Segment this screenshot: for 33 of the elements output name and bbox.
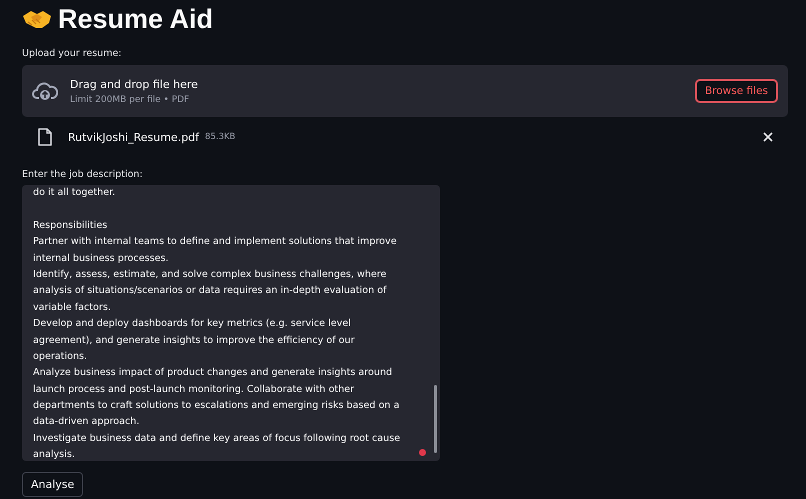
field-label: Upload your resume: xyxy=(22,48,122,59)
app-title: Resume Aid xyxy=(58,4,214,34)
text-line: Responsibilities xyxy=(33,218,108,233)
text-line: do it all together. xyxy=(33,186,116,200)
scrollbar[interactable] xyxy=(434,385,437,453)
file-limit-note: Limit 200MB per file • PDF xyxy=(70,94,190,104)
text-line: analysis of situations/scenarios or data requires an in-depth evaluation of xyxy=(33,284,386,298)
text-line: agreement), and generate insights to improve the efficiency of our xyxy=(33,334,355,348)
file-icon xyxy=(38,128,52,146)
text-line: launch process and post-launch monitoring. Collaborate with other xyxy=(33,382,354,397)
browse-files-button[interactable]: Browse files xyxy=(694,79,778,103)
text-line: Develop and deploy dashboards for key metrics (e.g. service level xyxy=(33,317,351,332)
text-line: variable factors. xyxy=(33,300,111,315)
text-line: analysis. xyxy=(33,448,75,461)
text-line: operations. xyxy=(33,350,88,364)
close-button[interactable] xyxy=(761,130,775,144)
text-line: Identify, assess, estimate, and solve complex business challenges, where xyxy=(33,268,386,282)
cloud-upload-icon xyxy=(32,81,58,101)
handshake-icon xyxy=(22,8,52,30)
text-line: Partner with internal teams to define and implement solutions that improve xyxy=(33,235,397,250)
field-label: Enter the job description: xyxy=(22,169,144,180)
text-line: data-driven approach. xyxy=(33,415,140,430)
analyse-button[interactable]: Analyse xyxy=(22,472,84,497)
dropzone-instruction: Drag and drop file here xyxy=(70,78,198,90)
upload-dropzone[interactable]: Drag and drop file here Limit 200MB per file • PDF Browse files xyxy=(22,65,788,117)
text-line: Investigate business data and define key areas of focus following root cause xyxy=(33,432,400,446)
job-description-field[interactable] xyxy=(22,185,440,461)
text-line: departments to craft solutions to escalations and emerging risks based on a xyxy=(33,399,400,414)
file-size: 85.3KB xyxy=(205,132,236,142)
text-line: Analyze business impact of product changes and generate insights around xyxy=(33,366,392,380)
file-name: RutvikJoshi_Resume.pdf xyxy=(68,130,200,144)
dot-icon xyxy=(419,449,426,456)
text-line: internal business processes. xyxy=(33,252,169,266)
